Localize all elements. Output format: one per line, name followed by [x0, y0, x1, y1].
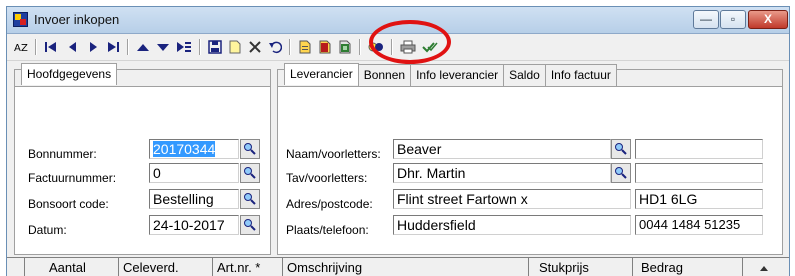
datum-lookup-icon[interactable]: [240, 215, 260, 235]
naam-extra-field[interactable]: [635, 139, 763, 159]
save-icon[interactable]: [207, 37, 223, 57]
factuurnummer-field[interactable]: 0: [149, 163, 239, 183]
tab-leverancier[interactable]: Leverancier: [284, 63, 359, 85]
last-record-icon[interactable]: [105, 37, 121, 57]
bonsoort-field[interactable]: Bestelling: [149, 189, 239, 209]
naam-lookup-icon[interactable]: [611, 139, 631, 159]
main-data-panel: Hoofdgegevens Bonnummer: 20170344 Factuu…: [14, 63, 271, 255]
red-highlight-circle: [369, 20, 451, 64]
sort-icon[interactable]: AZ: [13, 37, 31, 57]
postcode-field[interactable]: HD1 6LG: [635, 189, 763, 209]
naam-label: Naam/voorletters:: [286, 147, 381, 161]
factuurnummer-label: Factuurnummer:: [28, 171, 117, 185]
naam-field[interactable]: Beaver: [393, 139, 611, 159]
tab-bonnen[interactable]: Bonnen: [357, 64, 412, 86]
column-aantal[interactable]: Aantal: [25, 258, 119, 276]
tab-hoofdgegevens[interactable]: Hoofdgegevens: [21, 63, 118, 85]
move-up-icon[interactable]: [135, 37, 151, 57]
minimize-button[interactable]: —: [693, 10, 719, 29]
plaats-label: Plaats/telefoon:: [286, 223, 369, 237]
order-lines-grid-header: Aantal Celeverd. Art.nr. * Omschrijving …: [7, 257, 789, 276]
supplier-panel: Leverancier Bonnen Info leverancier Sald…: [277, 63, 783, 255]
tab-saldo[interactable]: Saldo: [503, 64, 546, 86]
adres-label: Adres/postcode:: [286, 197, 373, 211]
column-geleverd[interactable]: Celeverd.: [119, 258, 213, 276]
document-red-icon[interactable]: [317, 37, 333, 57]
app-icon: [13, 12, 28, 27]
scroll-up-icon[interactable]: [755, 258, 773, 276]
tav-extra-field[interactable]: [635, 163, 763, 183]
tab-info-factuur[interactable]: Info factuur: [544, 64, 617, 86]
plaats-field[interactable]: Huddersfield: [393, 215, 631, 235]
bonnummer-field[interactable]: 20170344: [149, 139, 239, 159]
document-green-icon[interactable]: [337, 37, 353, 57]
factuurnummer-lookup-icon[interactable]: [240, 163, 260, 183]
bonsoort-lookup-icon[interactable]: [240, 189, 260, 209]
column-bedrag[interactable]: Bedrag: [633, 258, 743, 276]
filter-icon[interactable]: [175, 37, 193, 57]
svg-text:A: A: [14, 43, 21, 54]
column-artnr[interactable]: Art.nr. *: [213, 258, 283, 276]
move-down-icon[interactable]: [155, 37, 171, 57]
first-record-icon[interactable]: [43, 37, 59, 57]
bonnummer-label: Bonnummer:: [28, 147, 97, 161]
window-title: Invoer inkopen: [34, 12, 120, 27]
maximize-button[interactable]: ▫: [720, 10, 746, 29]
svg-text:Z: Z: [21, 43, 28, 54]
undo-icon[interactable]: [267, 37, 283, 57]
datum-field[interactable]: 24-10-2017: [149, 215, 239, 235]
next-record-icon[interactable]: [85, 37, 101, 57]
column-omschrijving[interactable]: Omschrijving: [283, 258, 529, 276]
datum-label: Datum:: [28, 223, 67, 237]
close-button[interactable]: X: [748, 10, 788, 29]
previous-record-icon[interactable]: [65, 37, 81, 57]
tav-field[interactable]: Dhr. Martin: [393, 163, 611, 183]
telefoon-field[interactable]: 0044 1484 51235: [635, 215, 763, 235]
new-document-icon[interactable]: [227, 37, 243, 57]
column-stukprijs[interactable]: Stukprijs: [529, 258, 633, 276]
document-yellow-icon[interactable]: [297, 37, 313, 57]
row-indicator-column: [7, 258, 25, 276]
bonnummer-lookup-icon[interactable]: [240, 139, 260, 159]
adres-field[interactable]: Flint street Fartown x: [393, 189, 631, 209]
tab-info-leverancier[interactable]: Info leverancier: [410, 64, 505, 86]
bonsoort-label: Bonsoort code:: [28, 197, 109, 211]
delete-icon[interactable]: [247, 37, 263, 57]
tav-label: Tav/voorletters:: [286, 171, 368, 185]
tav-lookup-icon[interactable]: [611, 163, 631, 183]
